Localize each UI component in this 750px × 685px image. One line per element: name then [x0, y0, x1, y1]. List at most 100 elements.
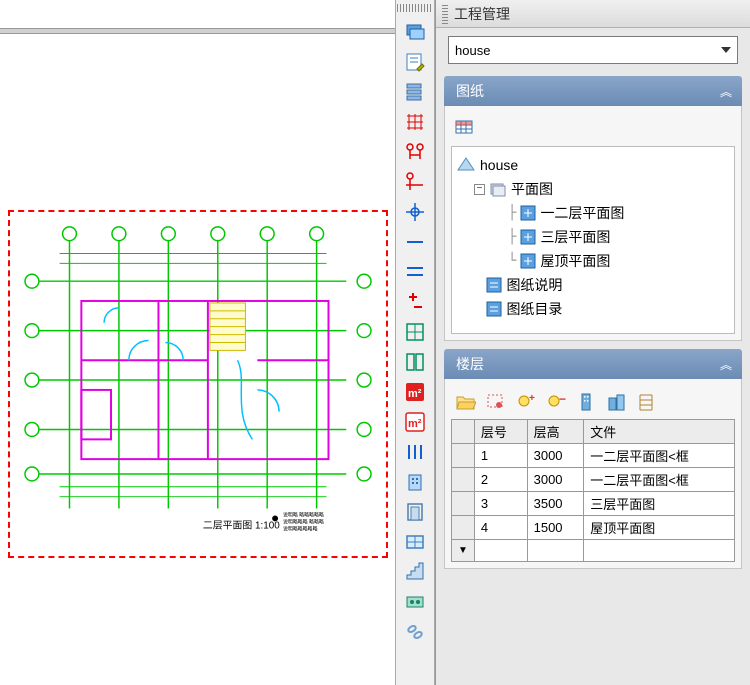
tree-item[interactable]: ├ 三层平面图 — [456, 225, 730, 249]
cell-num[interactable]: 1 — [474, 444, 527, 468]
project-icon — [456, 155, 476, 175]
floor-toolbar: + − — [451, 385, 735, 419]
tree-group-label: 平面图 — [511, 179, 553, 199]
floorplan-selection-frame[interactable]: 二层平面图 1:100 说明略 略略略略略 说明略略略 略略略 说明略略略略略 — [8, 210, 388, 558]
cell-num[interactable]: 2 — [474, 468, 527, 492]
row-handle[interactable] — [452, 468, 475, 492]
open-folder-icon[interactable] — [455, 391, 477, 413]
panel-grip-icon[interactable] — [442, 4, 448, 24]
cell-height[interactable]: 1500 — [527, 516, 584, 540]
project-dropdown[interactable]: house — [448, 36, 738, 64]
link-icon[interactable] — [400, 618, 430, 646]
sheets-icon[interactable] — [400, 78, 430, 106]
vline-icon[interactable] — [400, 258, 430, 286]
buildings-icon[interactable] — [605, 391, 627, 413]
grid-icon[interactable] — [400, 108, 430, 136]
cell-num[interactable]: 3 — [474, 492, 527, 516]
row-handle[interactable] — [452, 444, 475, 468]
m2-red-icon[interactable]: m² — [400, 378, 430, 406]
canvas-area[interactable]: 二层平面图 1:100 说明略 略略略略略 说明略略略 略略略 说明略略略略略 — [0, 0, 395, 685]
drawing-icon — [520, 229, 536, 245]
split-icon[interactable] — [400, 348, 430, 376]
bulb-plus-icon[interactable]: + — [515, 391, 537, 413]
cell-file[interactable]: 屋顶平面图 — [584, 516, 735, 540]
svg-text:−: − — [559, 393, 566, 406]
floorplan-drawing: 二层平面图 1:100 说明略 略略略略略 说明略略略 略略略 说明略略略略略 — [10, 212, 386, 556]
cell-empty[interactable] — [474, 540, 527, 562]
toolbar-grip[interactable] — [397, 4, 433, 12]
collapse-toggle-icon[interactable]: − — [474, 184, 485, 195]
cell-empty[interactable] — [527, 540, 584, 562]
component-icon[interactable] — [400, 588, 430, 616]
plusminus-icon[interactable] — [400, 288, 430, 316]
note-icon[interactable] — [400, 48, 430, 76]
floorplan-caption: 二层平面图 1:100 — [203, 519, 280, 531]
cell-empty[interactable] — [584, 540, 735, 562]
table-icon[interactable] — [453, 116, 475, 138]
tree-extra[interactable]: 图纸说明 — [456, 273, 730, 297]
tree-item-label: 一二层平面图 — [540, 203, 624, 223]
cell-file[interactable]: 一二层平面图<框 — [584, 468, 735, 492]
target-icon[interactable] — [400, 198, 430, 226]
stairs-icon[interactable] — [400, 558, 430, 586]
elevation-icon[interactable] — [635, 391, 657, 413]
tree-root-label: house — [480, 157, 518, 173]
table-row[interactable]: 3 3500 三层平面图 — [452, 492, 735, 516]
m2-outline-icon[interactable]: m² — [400, 408, 430, 436]
svg-text:说明略略略 略略略: 说明略略略 略略略 — [283, 518, 324, 525]
axis-icon[interactable] — [400, 168, 430, 196]
door-icon[interactable] — [400, 498, 430, 526]
col-height[interactable]: 层高 — [527, 420, 584, 444]
window-icon[interactable] — [400, 528, 430, 556]
svg-text:说明略 略略略略略: 说明略 略略略略略 — [283, 511, 324, 518]
tree-extra[interactable]: 图纸目录 — [456, 297, 730, 321]
col-num[interactable]: 层号 — [474, 420, 527, 444]
building-icon[interactable] — [400, 468, 430, 496]
vertical-toolbar: m² m² — [395, 0, 435, 685]
bulb-minus-icon[interactable]: − — [545, 391, 567, 413]
cell-file[interactable]: 一二层平面图<框 — [584, 444, 735, 468]
col-file[interactable]: 文件 — [584, 420, 735, 444]
drawing-tree[interactable]: house − 平面图 ├ 一二层平面图 ├ 三层平面图 └ 屋顶平面图 — [451, 146, 735, 334]
svg-text:m²: m² — [408, 388, 422, 400]
svg-text:m²: m² — [408, 418, 422, 430]
tree-extra-label: 图纸说明 — [506, 275, 562, 295]
drawing-icon — [520, 205, 536, 221]
drawing-icon — [486, 277, 502, 293]
section-drawings-title: 图纸 — [456, 81, 484, 101]
cell-height[interactable]: 3000 — [527, 468, 584, 492]
table-row[interactable]: 4 1500 屋顶平面图 — [452, 516, 735, 540]
cell-num[interactable]: 4 — [474, 516, 527, 540]
panel-title: 工程管理 — [454, 4, 510, 24]
row-handle[interactable] — [452, 492, 475, 516]
hline-icon[interactable] — [400, 228, 430, 256]
chevron-down-icon — [721, 47, 731, 53]
cell-height[interactable]: 3500 — [527, 492, 584, 516]
floor-table[interactable]: 层号 层高 文件 1 3000 一二层平面图<框 2 3000 一二层平面图<框 — [451, 419, 735, 562]
cell-height[interactable]: 3000 — [527, 444, 584, 468]
table-row[interactable]: 1 3000 一二层平面图<框 — [452, 444, 735, 468]
panel-header[interactable]: 工程管理 — [436, 0, 750, 28]
plan-icon[interactable] — [400, 318, 430, 346]
drawing-icon — [486, 301, 502, 317]
tree-group[interactable]: − 平面图 — [456, 177, 730, 201]
pick-region-icon[interactable] — [485, 391, 507, 413]
row-handle[interactable] — [452, 516, 475, 540]
collapse-icon: ︽ — [720, 83, 730, 100]
building3d-icon[interactable] — [575, 391, 597, 413]
section-floors-body: + − 层号 层高 文件 1 3000 一二层平面图<框 — [444, 379, 742, 569]
tree-item[interactable]: ├ 一二层平面图 — [456, 201, 730, 225]
section-floors-title: 楼层 — [456, 354, 484, 374]
section-drawings-header[interactable]: 图纸 ︽ — [444, 76, 742, 106]
tree-item[interactable]: └ 屋顶平面图 — [456, 249, 730, 273]
section-floors-header[interactable]: 楼层 ︽ — [444, 349, 742, 379]
cell-file[interactable]: 三层平面图 — [584, 492, 735, 516]
tree-root[interactable]: house — [456, 153, 730, 177]
bars-icon[interactable] — [400, 438, 430, 466]
dimension-icon[interactable] — [400, 138, 430, 166]
table-row[interactable]: 2 3000 一二层平面图<框 — [452, 468, 735, 492]
new-row-icon[interactable]: ▼ — [452, 540, 475, 562]
table-row-new[interactable]: ▼ — [452, 540, 735, 562]
tree-extra-label: 图纸目录 — [506, 299, 562, 319]
layer-icon[interactable] — [400, 18, 430, 46]
